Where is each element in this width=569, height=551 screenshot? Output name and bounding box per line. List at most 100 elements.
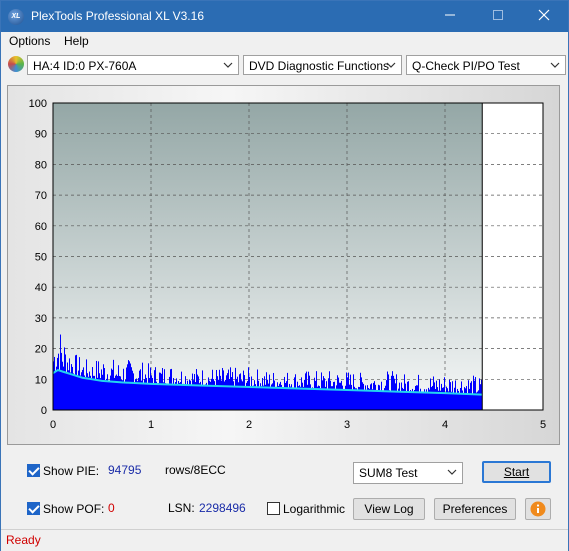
chevron-down-icon — [386, 62, 396, 68]
pie-bar — [128, 360, 129, 410]
title-bar[interactable]: XL PlexTools Professional XL V3.16 — [1, 1, 568, 32]
pie-bar — [415, 385, 416, 410]
pie-bar — [194, 374, 195, 410]
mode-select-value: SUM8 Test — [359, 466, 418, 480]
pie-bar — [473, 375, 474, 410]
pie-bar — [113, 359, 114, 410]
show-pie-checkbox[interactable] — [27, 464, 40, 477]
pie-bar — [451, 391, 452, 410]
pie-bar — [344, 389, 345, 410]
pie-bar — [225, 379, 226, 410]
pie-bar — [107, 374, 108, 410]
info-button[interactable] — [525, 498, 551, 520]
pie-bar — [378, 384, 379, 410]
pie-bar — [442, 387, 443, 410]
pie-bar — [67, 362, 68, 410]
pie-bar — [434, 382, 435, 410]
pie-bar — [480, 384, 481, 410]
pie-bar — [230, 367, 231, 410]
mode-select[interactable]: SUM8 Test — [353, 462, 463, 484]
function-select[interactable]: DVD Diagnostic Functions — [243, 55, 402, 75]
pie-bar — [326, 381, 327, 410]
menu-options[interactable]: Options — [9, 34, 50, 48]
pie-bar — [85, 377, 86, 410]
pie-bar — [55, 370, 56, 410]
pie-bar — [54, 356, 55, 410]
minimize-button[interactable] — [427, 1, 473, 32]
pie-bar — [221, 380, 222, 410]
test-select[interactable]: Q-Check PI/PO Test — [406, 55, 566, 75]
pie-bar — [198, 376, 199, 410]
pie-bar — [62, 361, 63, 410]
pie-bar — [125, 379, 126, 410]
menu-help[interactable]: Help — [64, 34, 89, 48]
pie-bar — [115, 375, 116, 410]
pie-bar — [140, 369, 141, 410]
pie-bar — [68, 370, 69, 410]
pie-bar — [411, 391, 412, 410]
logarithmic-checkbox[interactable] — [267, 502, 280, 515]
pie-bar — [197, 374, 198, 410]
pie-bar — [353, 374, 354, 410]
pie-bar — [159, 372, 160, 410]
pie-bar — [425, 391, 426, 410]
pie-bar — [94, 375, 95, 410]
pie-bar — [141, 380, 142, 410]
pie-bar — [269, 374, 270, 410]
maximize-icon — [493, 10, 503, 20]
pie-bar — [73, 373, 74, 410]
pie-bar — [243, 370, 244, 410]
pie-bar — [275, 387, 276, 410]
pie-bar — [162, 368, 163, 410]
window-title: PlexTools Professional XL V3.16 — [31, 9, 204, 23]
pie-bar — [349, 384, 350, 410]
pie-bar — [293, 387, 294, 410]
view-log-button[interactable]: View Log — [353, 498, 425, 520]
pie-bar — [147, 383, 148, 410]
pie-bar — [176, 378, 177, 410]
pie-bar — [156, 381, 157, 410]
pie-bar — [382, 390, 383, 410]
pie-bar — [301, 377, 302, 410]
pie-bar — [352, 389, 353, 410]
maximize-button[interactable] — [475, 1, 521, 32]
y-tick-label: 0 — [41, 405, 47, 417]
drive-disc-icon — [8, 56, 24, 72]
pie-bar — [417, 385, 418, 410]
pie-bar — [127, 364, 128, 410]
pie-bar — [149, 377, 150, 410]
pie-bar — [59, 369, 60, 410]
pie-bar — [302, 382, 303, 410]
pie-bar — [70, 372, 71, 410]
close-button[interactable] — [521, 1, 567, 32]
logarithmic-label: Logarithmic — [283, 502, 346, 516]
start-button[interactable]: Start — [482, 461, 551, 483]
drive-select[interactable]: HA:4 ID:0 PX-760A — [27, 55, 239, 75]
pie-bar — [256, 387, 257, 410]
pie-bar — [160, 372, 161, 410]
pie-bar — [259, 387, 260, 410]
pie-bar — [357, 390, 358, 410]
pie-bar — [464, 387, 465, 410]
pie-bar — [431, 387, 432, 410]
pie-bar — [286, 381, 287, 410]
preferences-button[interactable]: Preferences — [434, 498, 516, 520]
pie-bar — [79, 357, 80, 410]
view-log-label: View Log — [364, 502, 414, 516]
x-tick-label: 4 — [442, 419, 448, 431]
pie-bar — [174, 384, 175, 410]
pie-bar — [469, 388, 470, 410]
pie-bar — [333, 381, 334, 410]
pie-bar — [185, 376, 186, 410]
pie-bar — [150, 367, 151, 410]
pie-bar — [457, 388, 458, 410]
pie-bar — [346, 372, 347, 410]
pie-bar — [111, 368, 112, 410]
pie-bar — [439, 379, 440, 410]
pie-bar — [216, 369, 217, 410]
show-pof-checkbox[interactable] — [27, 502, 40, 515]
pie-bar — [152, 377, 153, 410]
pie-bar — [143, 383, 144, 410]
pie-bar — [296, 388, 297, 410]
pie-bar — [218, 379, 219, 410]
